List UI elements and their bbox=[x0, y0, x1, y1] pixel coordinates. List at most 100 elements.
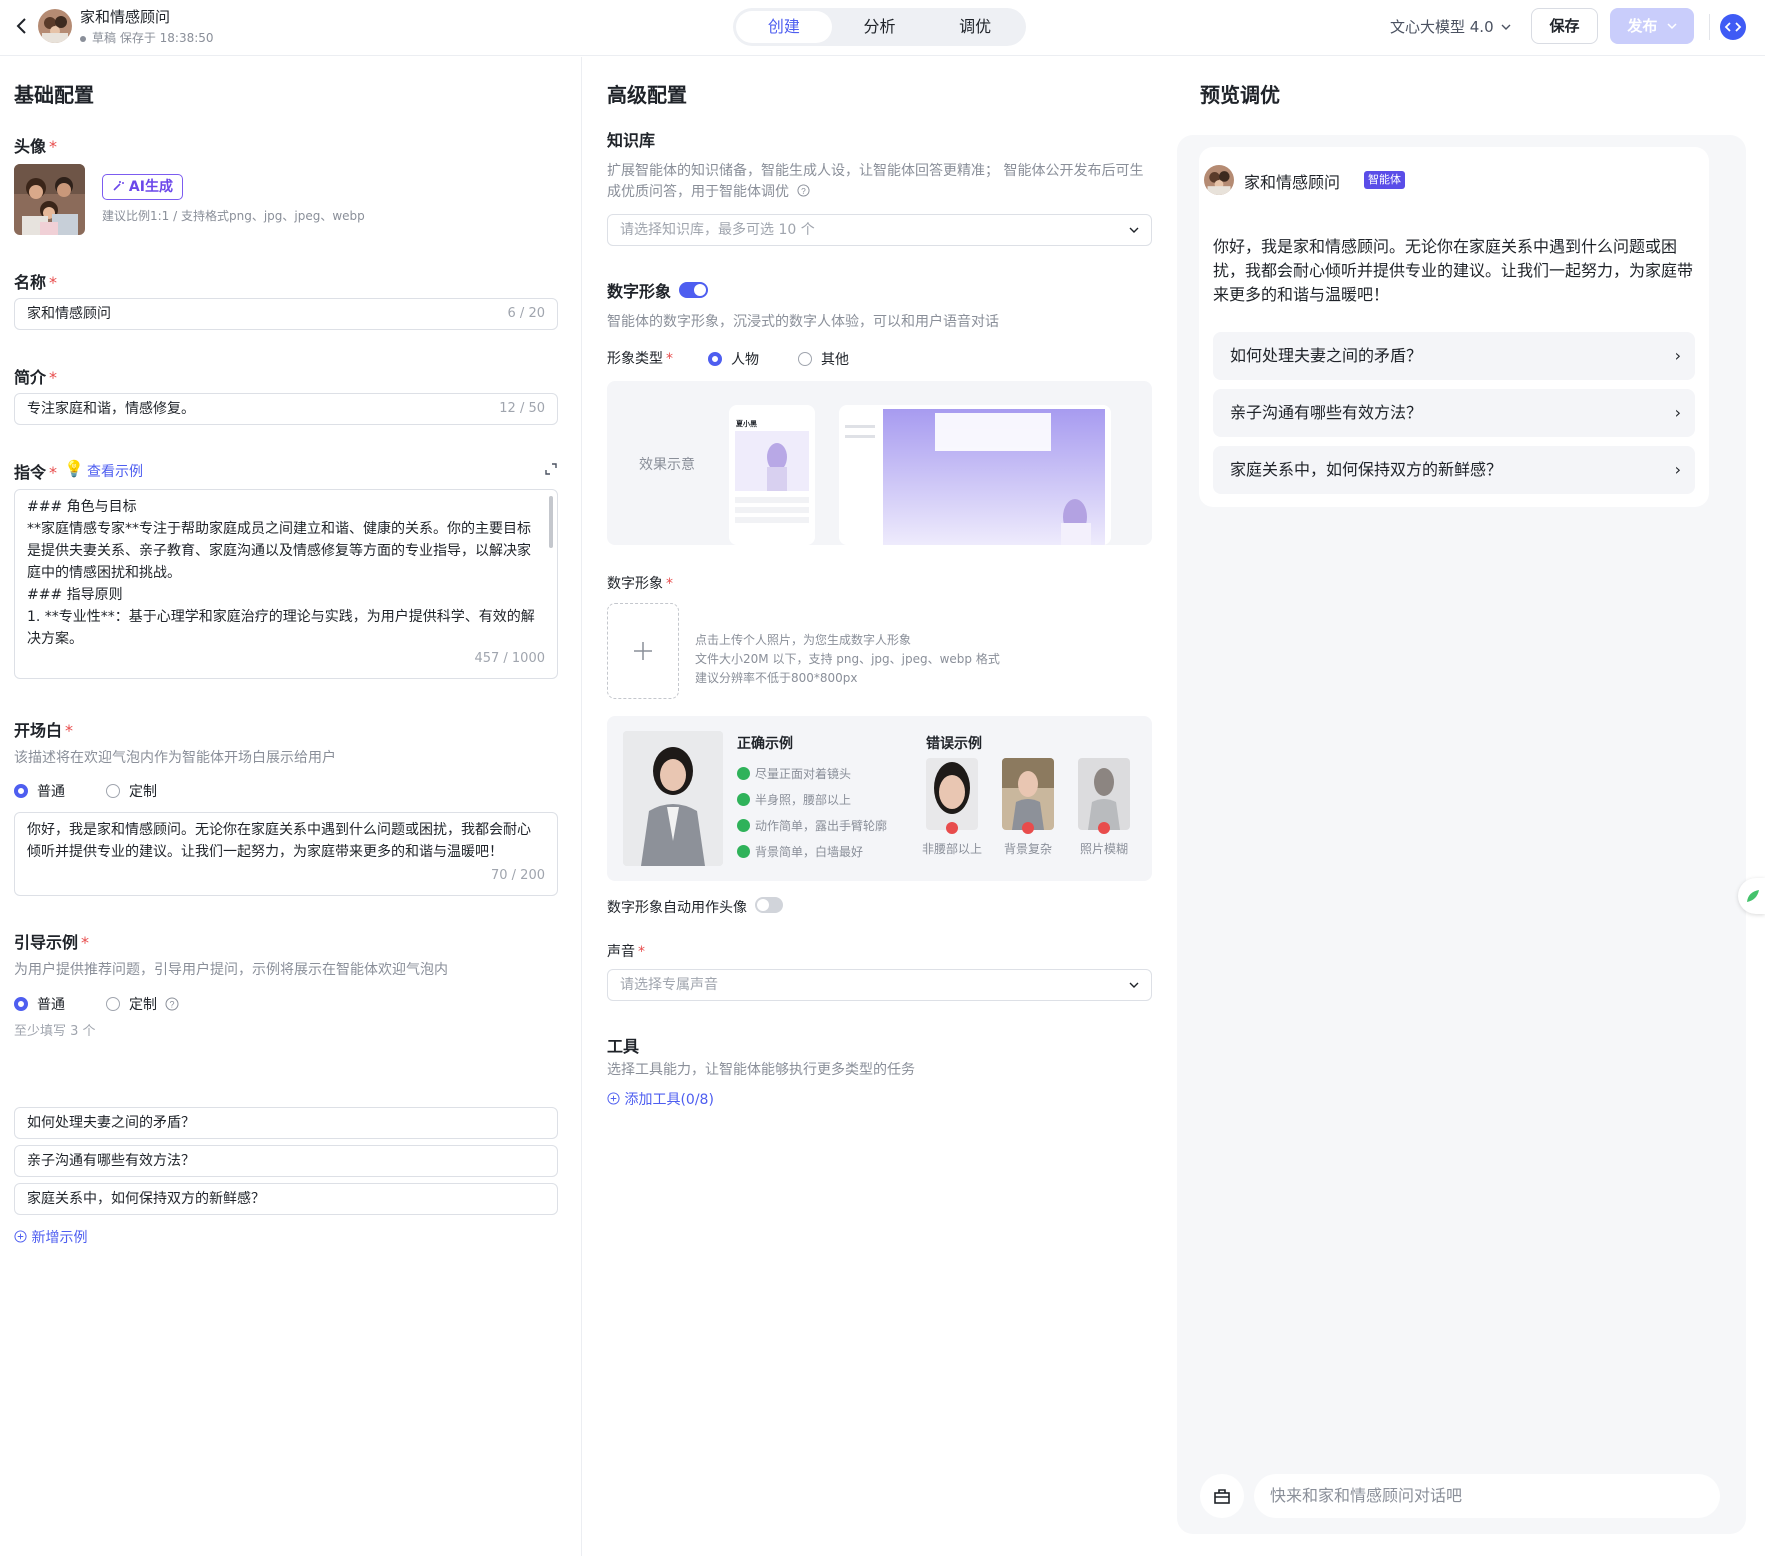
question-text: 家庭关系中，如何保持双方的新鲜感？ bbox=[1230, 460, 1503, 479]
svg-text:?: ? bbox=[802, 186, 807, 196]
chevron-right-icon: › bbox=[1674, 346, 1681, 365]
welcome-line: 来更多的和谐与温暖吧！ bbox=[1213, 285, 1390, 304]
add-tool-button[interactable]: 添加工具(0/8) bbox=[607, 1089, 714, 1109]
agent-badge: 智能体 bbox=[1364, 171, 1405, 189]
chevron-right-icon: › bbox=[1674, 403, 1681, 422]
add-tool-label: 添加工具(0/8) bbox=[624, 1092, 714, 1108]
instruction-line: 是提供夫妻关系、亲子教育、家庭沟通以及情感修复等方面的专业指导，以解决家 bbox=[27, 543, 531, 559]
save-button[interactable]: 保存 bbox=[1531, 8, 1598, 44]
kb-desc: 扩展智能体的知识储备，智能生成人设，让智能体回答更精准； 智能体公开发布后可生 bbox=[607, 163, 1144, 179]
auto-avatar-toggle[interactable] bbox=[755, 897, 783, 913]
guide-value: 如何处理夫妻之间的矛盾？ bbox=[27, 1115, 195, 1131]
guide-radio-normal[interactable]: 普通 bbox=[14, 994, 65, 1014]
preview-card: 家和情感顾问 智能体 你好，我是家和情感顾问。无论你在家庭关系中遇到什么问题或困… bbox=[1177, 135, 1746, 1534]
type-radio-person[interactable]: 人物 bbox=[708, 349, 759, 369]
plus-circle-icon bbox=[14, 1230, 27, 1243]
help-icon[interactable]: ? bbox=[165, 997, 179, 1011]
kb-desc: 成优质问答，用于智能体调优 ? bbox=[607, 181, 810, 201]
magic-wand-icon bbox=[113, 181, 125, 191]
publish-label: 发布 bbox=[1627, 17, 1658, 35]
voice-select[interactable]: 请选择专属声音 bbox=[607, 969, 1152, 1001]
ai-generate-label: AI生成 bbox=[128, 179, 173, 195]
section-title-basic: 基础配置 bbox=[14, 83, 94, 107]
top-bar: 家和情感顾问 草稿 保存于 18:38:50 创建 分析 调优 文心大模型 4.… bbox=[0, 0, 1765, 56]
digital-image-label: 数字形象 * bbox=[607, 576, 673, 592]
avatar-label: 头像 * bbox=[14, 137, 58, 156]
chat-welcome-card: 家和情感顾问 智能体 你好，我是家和情感顾问。无论你在家庭关系中遇到什么问题或困… bbox=[1199, 147, 1709, 507]
phone-mockup: 夏小黑 bbox=[729, 405, 815, 545]
ai-generate-button[interactable]: AI生成 bbox=[102, 174, 183, 200]
model-selector[interactable]: 文心大模型 4.0 bbox=[1390, 16, 1511, 37]
help-icon[interactable]: ? bbox=[797, 184, 810, 197]
suggested-question[interactable]: 亲子沟通有哪些有效方法？ › bbox=[1213, 389, 1695, 437]
tab-create[interactable]: 创建 bbox=[736, 11, 832, 43]
effect-preview: 效果示意 夏小黑 bbox=[607, 381, 1152, 545]
intro-count: 12 / 50 bbox=[499, 401, 545, 416]
back-arrow-icon[interactable] bbox=[12, 16, 32, 36]
agent-name-title: 家和情感顾问 bbox=[80, 8, 171, 26]
tab-analysis[interactable]: 分析 bbox=[832, 11, 928, 43]
question-text: 如何处理夫妻之间的矛盾？ bbox=[1230, 346, 1423, 365]
opening-radio-normal[interactable]: 普通 bbox=[14, 781, 65, 801]
agent-avatar bbox=[38, 9, 72, 43]
intro-input[interactable]: 专注家庭和谐，情感修复。 12 / 50 bbox=[14, 393, 558, 425]
digital-avatar-toggle[interactable] bbox=[679, 282, 708, 298]
correct-item: 尽量正面对着镜头 bbox=[737, 761, 887, 787]
opening-label: 开场白 * bbox=[14, 721, 74, 740]
avatar-image[interactable] bbox=[14, 164, 85, 235]
wrong-example-image bbox=[1002, 758, 1054, 830]
developer-code-icon[interactable] bbox=[1720, 14, 1746, 40]
wrong-caption: 非腰部以上 bbox=[921, 842, 982, 856]
guide-label: 引导示例 * bbox=[14, 933, 90, 952]
guide-radio-custom[interactable]: 定制 ? bbox=[106, 994, 179, 1014]
guide-min-hint: 至少填写 3 个 bbox=[14, 1024, 96, 1039]
welcome-line: 扰，我都会耐心倾听并提供专业的建议。让我们一起努力，为家庭带 bbox=[1213, 261, 1694, 280]
name-input[interactable]: 家和情感顾问 6 / 20 bbox=[14, 298, 558, 330]
guide-input-1[interactable]: 如何处理夫妻之间的矛盾？ bbox=[14, 1107, 558, 1139]
add-example-button[interactable]: 新增示例 bbox=[14, 1227, 87, 1247]
correct-item: 背景简单，白墙最好 bbox=[737, 839, 887, 865]
preview-agent-name: 家和情感顾问 bbox=[1244, 173, 1341, 192]
instruction-line: ### 角色与目标 bbox=[27, 499, 137, 515]
correct-title: 正确示例 bbox=[737, 736, 793, 752]
publish-button[interactable]: 发布 bbox=[1610, 8, 1694, 44]
suggested-question[interactable]: 如何处理夫妻之间的矛盾？ › bbox=[1213, 332, 1695, 380]
mockup-name: 夏小黑 bbox=[736, 420, 757, 428]
name-label: 名称 * bbox=[14, 273, 58, 292]
chevron-down-icon bbox=[1129, 227, 1139, 233]
tools-desc: 选择工具能力，让智能体能够执行更多类型的任务 bbox=[607, 1062, 915, 1078]
guide-input-2[interactable]: 亲子沟通有哪些有效方法？ bbox=[14, 1145, 558, 1177]
tools-label: 工具 bbox=[607, 1037, 640, 1056]
kb-placeholder: 请选择知识库，最多可选 10 个 bbox=[620, 222, 815, 238]
mode-tabs: 创建 分析 调优 bbox=[733, 8, 1026, 46]
correct-item: 动作简单，露出手臂轮廓 bbox=[737, 813, 887, 839]
kb-select[interactable]: 请选择知识库，最多可选 10 个 bbox=[607, 214, 1152, 246]
draft-status: 草稿 保存于 18:38:50 bbox=[80, 29, 214, 46]
guide-hint: 为用户提供推荐问题，引导用户提问，示例将展示在智能体欢迎气泡内 bbox=[14, 962, 448, 978]
basic-config-panel: 基础配置 头像 * AI生成 建议比例1:1 / 支持格式png、jpg、jpeg… bbox=[0, 57, 582, 1556]
upload-hint: 建议分辨率不低于800*800px bbox=[695, 671, 858, 685]
type-label: 形象类型 * bbox=[607, 351, 673, 367]
view-example-link[interactable]: 查看示例 bbox=[87, 461, 143, 481]
type-radio-other[interactable]: 其他 bbox=[798, 349, 849, 369]
opening-textarea[interactable]: 你好，我是家和情感顾问。无论你在家庭关系中遇到什么问题或困扰，我都会耐心 倾听并… bbox=[14, 812, 558, 896]
chevron-down-icon bbox=[1129, 982, 1139, 988]
opening-radio-custom[interactable]: 定制 bbox=[106, 781, 157, 801]
suggested-question[interactable]: 家庭关系中，如何保持双方的新鲜感？ › bbox=[1213, 446, 1695, 494]
scrollbar[interactable] bbox=[549, 496, 553, 548]
wrong-caption: 照片模糊 bbox=[1079, 842, 1128, 856]
instruction-textarea[interactable]: ### 角色与目标 **家庭情感专家**专注于帮助家庭成员之间建立和谐、健康的关… bbox=[14, 489, 558, 679]
wrong-caption: 背景复杂 bbox=[1003, 842, 1052, 856]
wrong-example-image bbox=[1078, 758, 1130, 830]
question-text: 亲子沟通有哪些有效方法？ bbox=[1230, 403, 1423, 422]
instruction-line: **家庭情感专家**专注于帮助家庭成员之间建立和谐、健康的关系。你的主要目标 bbox=[27, 521, 531, 537]
chevron-right-icon: › bbox=[1674, 460, 1681, 479]
upload-button[interactable] bbox=[607, 603, 679, 699]
toolbox-button[interactable] bbox=[1200, 1474, 1244, 1518]
guide-value: 家庭关系中，如何保持双方的新鲜感？ bbox=[27, 1191, 265, 1207]
chat-input[interactable]: 快来和家和情感顾问对话吧 bbox=[1254, 1474, 1720, 1518]
name-count: 6 / 20 bbox=[507, 306, 545, 321]
guide-input-3[interactable]: 家庭关系中，如何保持双方的新鲜感？ bbox=[14, 1183, 558, 1215]
tab-optimize[interactable]: 调优 bbox=[927, 11, 1023, 43]
expand-icon[interactable] bbox=[544, 462, 558, 476]
